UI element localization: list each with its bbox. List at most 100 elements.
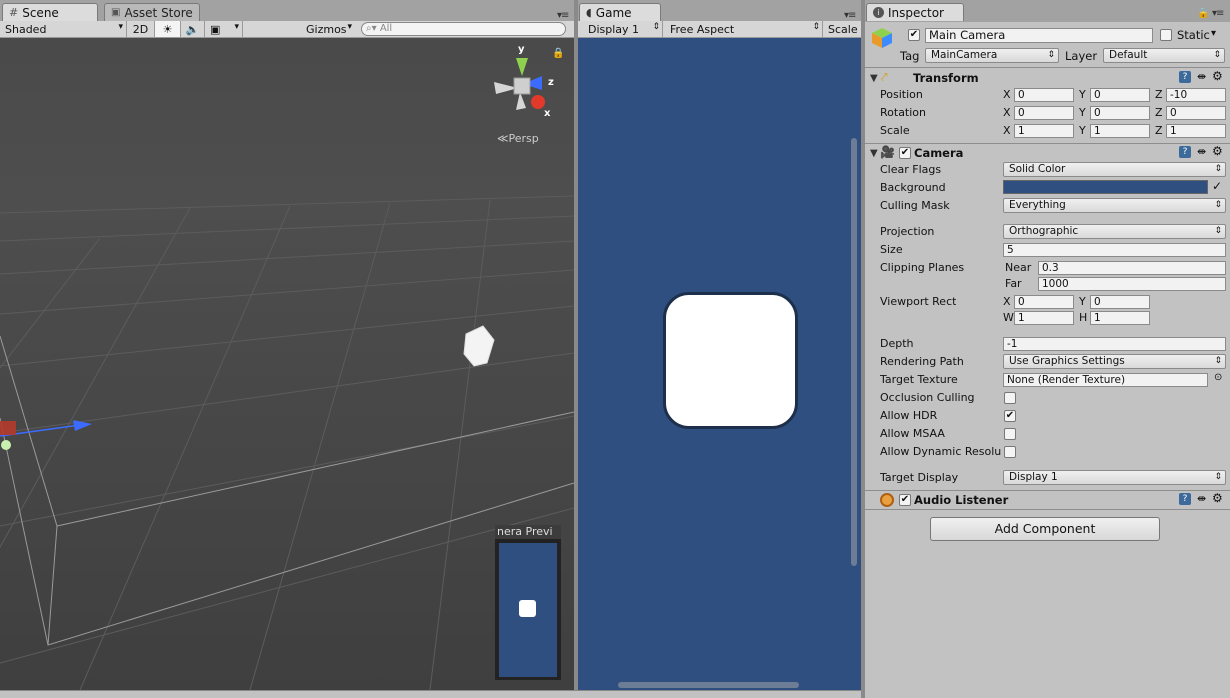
scene-toolbar: Shaded 2D ☀ 🔈 ▣ Gizmos ⌕▾ All: [0, 21, 574, 38]
audio-listener-title: Audio Listener: [914, 493, 1009, 507]
static-dropdown-icon[interactable]: ▾: [1211, 28, 1216, 39]
clear-flags-dropdown[interactable]: Solid Color: [1003, 162, 1226, 177]
rot-z-field[interactable]: 0: [1166, 106, 1226, 120]
pos-x-field[interactable]: 0: [1014, 88, 1074, 102]
game-view[interactable]: [578, 38, 861, 690]
rendering-path-dropdown[interactable]: Use Graphics Settings: [1003, 354, 1226, 369]
display-dropdown[interactable]: Display 1: [578, 21, 663, 37]
audio-listener-enabled-checkbox[interactable]: ✔: [899, 494, 911, 506]
background-color-swatch[interactable]: [1003, 180, 1208, 194]
rot-y-label: Y: [1079, 106, 1086, 119]
projection-toggle[interactable]: ≪Persp: [497, 132, 539, 145]
scene-lock-icon[interactable]: 🔒: [552, 48, 564, 59]
gameobject-name-field[interactable]: Main Camera: [925, 28, 1153, 43]
2d-label: 2D: [132, 22, 149, 36]
scale-z-field[interactable]: 1: [1166, 124, 1226, 138]
camera-preset-icon[interactable]: ⇼: [1197, 145, 1206, 158]
static-checkbox[interactable]: [1160, 29, 1172, 41]
foldout-arrow-icon: ▼: [870, 72, 878, 84]
camera-icon: 🎥: [880, 145, 895, 159]
scale-slider[interactable]: Scale: [823, 21, 861, 37]
inspector-panel-menu-icon[interactable]: ▾≡: [1212, 8, 1224, 19]
rot-y-field[interactable]: 0: [1090, 106, 1150, 120]
tab-inspector[interactable]: i Inspector: [866, 3, 964, 21]
help-icon[interactable]: ?: [1179, 71, 1191, 83]
scale-label: Scale: [828, 22, 858, 36]
rendering-path-label: Rendering Path: [880, 355, 964, 368]
lighting-toggle-icon[interactable]: ☀: [155, 21, 181, 37]
audio-toggle-icon[interactable]: 🔈: [181, 21, 205, 37]
near-field[interactable]: 0.3: [1038, 261, 1226, 275]
viewport-x-label: X: [1003, 295, 1011, 308]
viewport-w-field[interactable]: 1: [1014, 311, 1074, 325]
pos-z-field[interactable]: -10: [1166, 88, 1226, 102]
scene-view[interactable]: y z x 🔒 ≪Persp nera Previ: [0, 38, 574, 690]
camera-help-icon[interactable]: ?: [1179, 146, 1191, 158]
add-component-button[interactable]: Add Component: [930, 517, 1160, 541]
hash-icon: #: [9, 6, 19, 19]
viewport-x-field[interactable]: 0: [1014, 295, 1074, 309]
pos-x-label: X: [1003, 88, 1011, 101]
lock-icon[interactable]: 🔒: [1197, 8, 1209, 19]
culling-mask-label: Culling Mask: [880, 199, 950, 212]
camera-preview-image: [499, 543, 557, 677]
near-label: Near: [1005, 261, 1032, 274]
2d-toggle-button[interactable]: 2D: [127, 21, 155, 37]
audio-listener-header[interactable]: ✔ Audio Listener ? ⇼ ⚙: [865, 491, 1230, 509]
target-texture-field[interactable]: None (Render Texture): [1003, 373, 1208, 387]
tag-label: Tag: [900, 49, 920, 63]
object-picker-icon[interactable]: ⊙: [1214, 372, 1222, 383]
transform-title: Transform: [913, 71, 979, 85]
transform-header[interactable]: ▼ ⤤ Transform ? ⇼ ⚙: [865, 69, 1230, 87]
gizmo-y-label: y: [518, 44, 525, 55]
audio-listener-preset-icon[interactable]: ⇼: [1197, 492, 1206, 505]
camera-enabled-checkbox[interactable]: ✔: [899, 147, 911, 159]
layer-dropdown[interactable]: Default: [1103, 48, 1225, 63]
aspect-dropdown[interactable]: Free Aspect: [663, 21, 823, 37]
far-field[interactable]: 1000: [1038, 277, 1226, 291]
tag-dropdown[interactable]: MainCamera: [925, 48, 1059, 63]
scale-y-field[interactable]: 1: [1090, 124, 1150, 138]
game-panel-menu-icon[interactable]: ▾≡: [844, 10, 856, 21]
allow-msaa-checkbox[interactable]: [1004, 428, 1016, 440]
occlusion-culling-checkbox[interactable]: [1004, 392, 1016, 404]
gizmos-dropdown[interactable]: Gizmos: [301, 21, 355, 37]
eyedropper-icon[interactable]: ✓: [1212, 179, 1222, 193]
target-display-dropdown[interactable]: Display 1: [1003, 470, 1226, 485]
allow-hdr-label: Allow HDR: [880, 409, 938, 422]
scene-panel-menu-icon[interactable]: ▾≡: [557, 10, 569, 21]
occlusion-culling-label: Occlusion Culling: [880, 391, 975, 404]
projection-dropdown[interactable]: Orthographic: [1003, 224, 1226, 239]
culling-mask-dropdown[interactable]: Everything: [1003, 198, 1226, 213]
allow-hdr-checkbox[interactable]: ✔: [1004, 410, 1016, 422]
game-vertical-scrollbar[interactable]: [851, 138, 857, 566]
camera-gear-icon[interactable]: ⚙: [1212, 144, 1223, 158]
bottom-bar: [0, 690, 865, 698]
pos-y-field[interactable]: 0: [1090, 88, 1150, 102]
depth-label: Depth: [880, 337, 914, 350]
gameobject-active-checkbox[interactable]: ✔: [908, 29, 920, 41]
shading-mode-dropdown[interactable]: Shaded: [0, 21, 127, 37]
size-field[interactable]: 5: [1003, 243, 1226, 257]
preset-icon[interactable]: ⇼: [1197, 70, 1206, 83]
viewport-h-field[interactable]: 1: [1090, 311, 1150, 325]
tab-game[interactable]: ◖ Game: [579, 3, 661, 21]
audio-listener-help-icon[interactable]: ?: [1179, 493, 1191, 505]
tab-scene[interactable]: # Scene: [2, 3, 98, 21]
viewport-y-field[interactable]: 0: [1090, 295, 1150, 309]
rot-x-field[interactable]: 0: [1014, 106, 1074, 120]
depth-field[interactable]: -1: [1003, 337, 1226, 351]
tab-scene-label: Scene: [22, 5, 59, 20]
effects-toggle-icon[interactable]: ▣: [205, 21, 243, 37]
tab-asset-store[interactable]: ▣ Asset Store: [104, 3, 200, 21]
allow-dynamic-resolution-checkbox[interactable]: [1004, 446, 1016, 458]
orientation-gizmo[interactable]: y z x: [490, 44, 560, 126]
audio-listener-gear-icon[interactable]: ⚙: [1212, 491, 1223, 505]
scale-y-label: Y: [1079, 124, 1086, 137]
scale-x-field[interactable]: 1: [1014, 124, 1074, 138]
camera-header[interactable]: ▼ 🎥 ✔ Camera ? ⇼ ⚙: [865, 144, 1230, 162]
settings-gear-icon[interactable]: ⚙: [1212, 69, 1223, 83]
game-horizontal-scrollbar[interactable]: [618, 682, 799, 688]
scene-search-field[interactable]: ⌕▾ All: [361, 22, 566, 36]
